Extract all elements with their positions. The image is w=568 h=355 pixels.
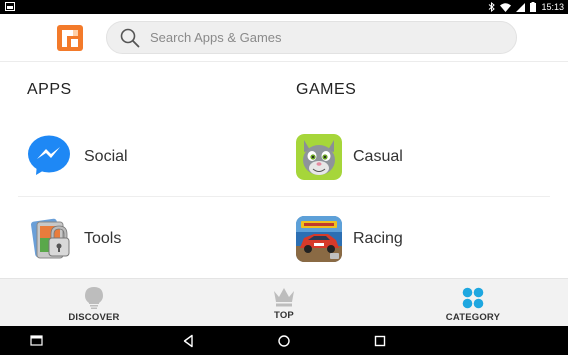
tab-discover-label: DISCOVER [68, 312, 120, 323]
search-input[interactable] [150, 22, 500, 53]
home-icon[interactable] [277, 334, 291, 348]
lightbulb-icon [85, 287, 103, 309]
grid-icon [462, 287, 484, 309]
crown-icon [274, 288, 294, 307]
category-label-racing: Racing [353, 230, 403, 247]
back-icon[interactable] [182, 334, 196, 348]
status-icons: 15:13 [488, 0, 564, 14]
app-lock-icon [27, 216, 73, 262]
search-bar[interactable] [106, 21, 517, 54]
divider [18, 196, 550, 197]
category-content: APPS Social Tools GAMES Casual Racing [0, 63, 568, 278]
bottom-tab-bar: DISCOVER TOP CATEGORY [0, 278, 568, 326]
tab-discover[interactable]: DISCOVER [29, 279, 159, 327]
tab-category-label: CATEGORY [445, 312, 501, 323]
gallery-notification-icon [5, 2, 15, 11]
games-section-title: GAMES [296, 81, 357, 98]
screenshot-icon[interactable] [30, 334, 44, 348]
apps-section-title: APPS [27, 81, 72, 98]
category-item-racing[interactable]: Racing [296, 209, 546, 269]
category-item-casual[interactable]: Casual [296, 127, 546, 187]
messenger-icon [27, 134, 73, 180]
category-label-tools: Tools [84, 230, 122, 247]
tab-category[interactable]: CATEGORY [408, 279, 538, 327]
recents-icon[interactable] [373, 334, 387, 348]
status-bar: 15:13 [0, 0, 568, 14]
talking-tom-icon [296, 134, 342, 180]
category-item-social[interactable]: Social [27, 127, 277, 187]
search-icon [120, 28, 140, 48]
tab-top[interactable]: TOP [219, 279, 349, 327]
status-time: 15:13 [541, 2, 564, 12]
battery-icon [530, 2, 537, 12]
header [0, 14, 568, 62]
category-label-social: Social [84, 148, 128, 165]
tab-top-label: TOP [274, 310, 294, 321]
system-nav-bar [0, 326, 568, 355]
bluetooth-icon [489, 2, 496, 12]
asphalt-racing-icon [296, 216, 342, 262]
signal-icon [516, 2, 526, 12]
wifi-icon [500, 2, 512, 12]
app-store-logo-icon[interactable] [57, 25, 83, 51]
category-label-casual: Casual [353, 148, 403, 165]
category-item-tools[interactable]: Tools [27, 209, 277, 269]
